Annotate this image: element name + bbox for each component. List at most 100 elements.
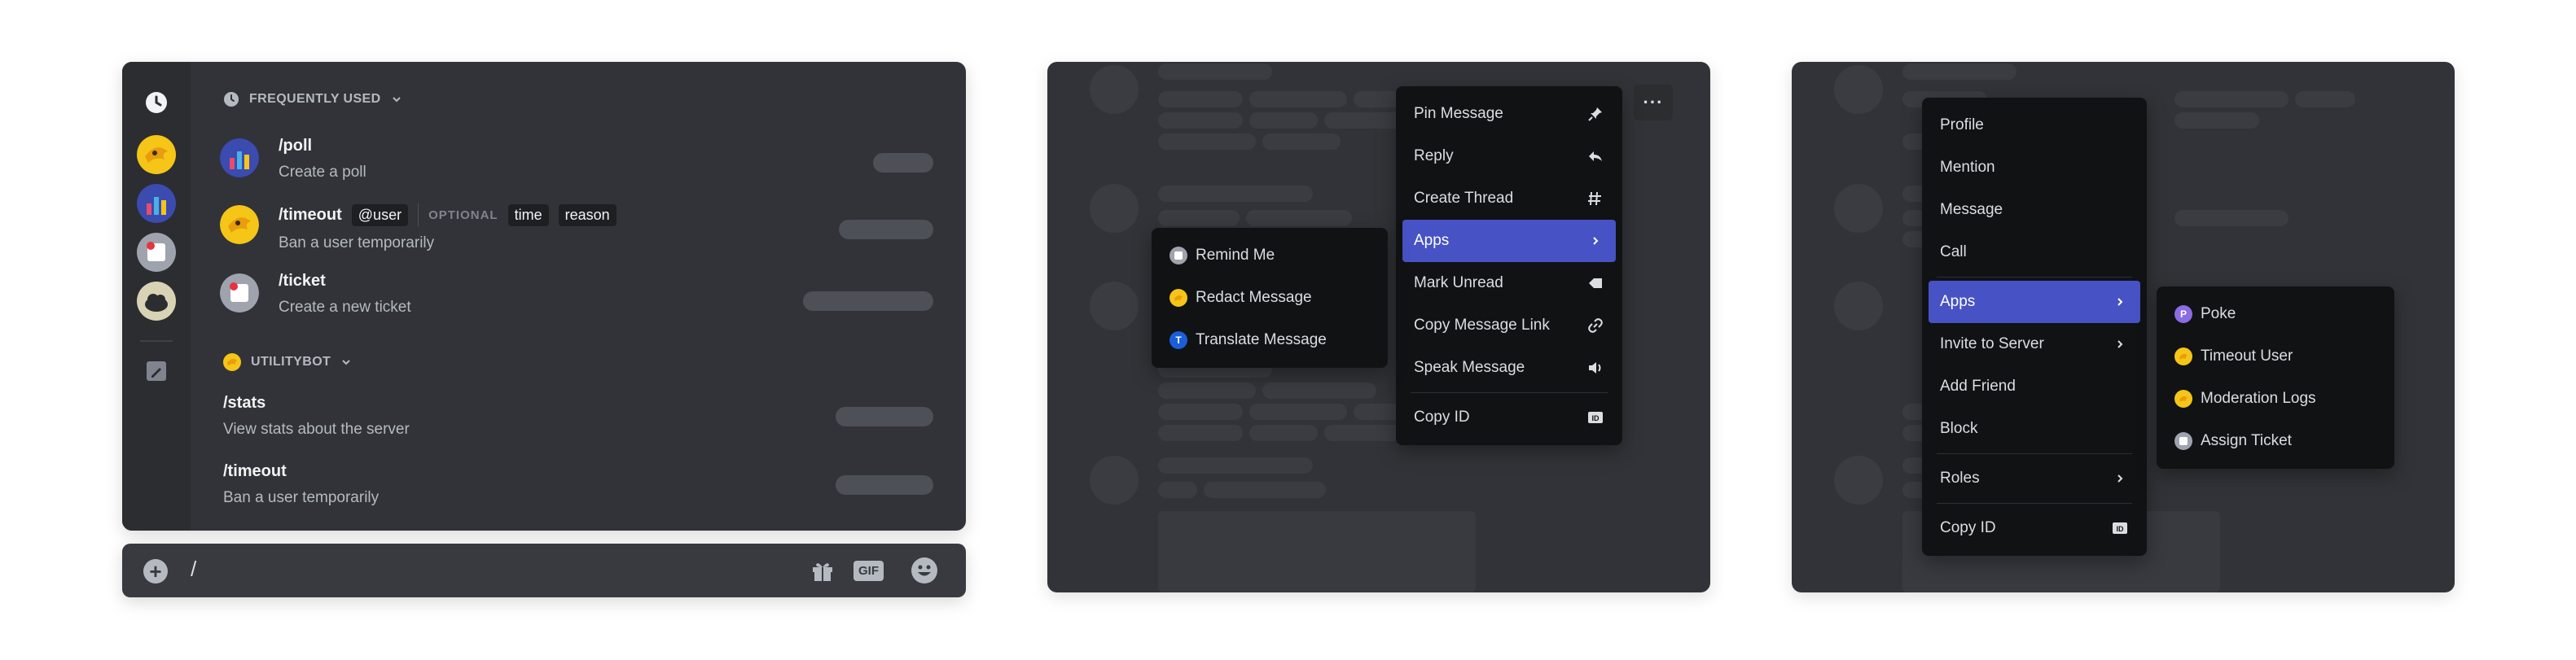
menu-item-speak-message[interactable]: Speak Message [1402,347,1616,389]
skeleton-pill [839,220,933,239]
clock-icon [224,92,239,107]
chevron-right-icon [2111,335,2129,353]
utilitybot-avatar [2174,347,2192,365]
recent-clock-icon[interactable] [137,83,176,122]
command-picker-panel: FREQUENTLY USED /poll Create a poll /tim… [122,62,966,531]
more-options-button[interactable]: ··· [1634,85,1673,120]
pin-icon [1586,105,1604,123]
skeleton-avatar [1090,456,1139,505]
link-icon [1586,317,1604,334]
command-row-timeout[interactable]: /timeout @user OPTIONAL time reason Ban … [220,200,933,259]
app-item-timeout-user[interactable]: Timeout User [2163,335,2388,378]
command-row-timeout-bot[interactable]: /timeout Ban a user temporarily [223,459,933,518]
section-title: UTILITYBOT [251,355,331,369]
command-name: /timeout [223,462,287,480]
speaker-icon [1586,359,1604,377]
pencil-icon[interactable] [137,352,176,391]
menu-item-apps[interactable]: Apps [1402,220,1616,262]
thread-icon [1586,190,1604,208]
option-reason: reason [558,203,617,226]
mark-unread-icon [1586,274,1604,292]
id-icon: ID [1586,409,1604,426]
chevron-right-icon [2111,470,2129,487]
menu-item-block[interactable]: Block [1929,408,2140,450]
skeleton-pill [873,153,933,173]
skeleton-pill [836,475,933,495]
menu-item-add-friend[interactable]: Add Friend [1929,365,2140,408]
skeleton-avatar [1090,282,1139,330]
emoji-icon[interactable] [911,557,938,584]
chevron-right-icon [2111,293,2129,311]
command-description: Ban a user temporarily [279,234,435,251]
section-title: FREQUENTLY USED [249,92,381,106]
command-description: Ban a user temporarily [223,489,380,506]
optional-label: OPTIONAL [428,208,498,222]
menu-item-profile[interactable]: Profile [1929,104,2140,146]
skeleton-avatar [1834,456,1883,505]
menu-item-create-thread[interactable]: Create Thread [1402,177,1616,220]
menu-item-copy-id[interactable]: Copy ID ID [1929,507,2140,549]
skeleton-pill [836,407,933,426]
poll-app-icon[interactable] [137,184,176,223]
ticket-app-icon[interactable] [137,233,176,272]
menu-divider [1937,453,2132,454]
menu-item-copy-message-link[interactable]: Copy Message Link [1402,304,1616,347]
utilitybot-avatar [220,205,259,244]
command-name: /ticket [279,272,326,290]
id-icon: ID [2111,519,2129,537]
remind-bot-avatar [1170,247,1187,264]
command-row-stats[interactable]: /stats View stats about the server [223,391,933,449]
cloud-app-icon[interactable] [137,282,176,321]
chevron-down-icon [392,97,401,103]
user-context-menu: Profile Mention Message Call Apps Invite… [1922,98,2147,556]
poll-avatar [220,138,259,177]
command-name: /poll [279,137,313,155]
app-item-remind-me[interactable]: Remind Me [1158,234,1381,277]
gif-icon[interactable]: GIF [854,557,884,584]
menu-item-reply[interactable]: Reply [1402,135,1616,177]
command-description: View stats about the server [223,421,410,438]
utilitybot-header[interactable]: UTILITYBOT [223,353,352,371]
command-name: /stats [223,394,266,412]
ticket-avatar [2174,432,2192,450]
utilitybot-app-icon[interactable] [137,135,176,174]
skeleton-avatar [1090,65,1139,114]
message-input-bar: + / GIF [122,544,966,597]
menu-item-message[interactable]: Message [1929,189,2140,231]
message-input[interactable]: / [191,557,196,582]
option-user: @user [351,203,409,226]
option-time: time [507,203,549,226]
app-item-redact-message[interactable]: Redact Message [1158,277,1381,319]
app-item-translate-message[interactable]: T Translate Message [1158,319,1381,361]
gift-icon[interactable] [810,557,836,584]
app-item-moderation-logs[interactable]: Moderation Logs [2163,378,2388,420]
chevron-down-icon [342,360,350,365]
plus-icon[interactable]: + [143,559,168,584]
menu-item-roles[interactable]: Roles [1929,457,2140,500]
app-rail [122,62,191,531]
user-context-panel: Profile Mention Message Call Apps Invite… [1792,62,2455,592]
menu-item-apps[interactable]: Apps [1929,281,2140,323]
poke-avatar: P [2174,305,2192,323]
svg-text:ID: ID [2117,525,2125,533]
menu-item-mark-unread[interactable]: Mark Unread [1402,262,1616,304]
skeleton-pill [803,291,933,311]
skeleton-avatar [1834,65,1883,114]
menu-item-invite-to-server[interactable]: Invite to Server [1929,323,2140,365]
skeleton-avatar [1834,184,1883,233]
menu-item-copy-id[interactable]: Copy ID ID [1402,396,1616,439]
menu-item-call[interactable]: Call [1929,231,2140,273]
app-item-assign-ticket[interactable]: Assign Ticket [2163,420,2388,462]
command-name: /timeout [279,205,342,224]
chevron-right-icon [1586,232,1604,250]
command-row-ticket[interactable]: /ticket Create a new ticket [220,269,933,327]
menu-item-pin-message[interactable]: Pin Message [1402,93,1616,135]
menu-item-mention[interactable]: Mention [1929,146,2140,189]
command-row-poll[interactable]: /poll Create a poll [220,133,933,192]
skeleton-avatar [1090,184,1139,233]
menu-divider [1937,503,2132,504]
frequently-used-header[interactable]: FREQUENTLY USED [223,91,402,107]
app-item-poke[interactable]: P Poke [2163,293,2388,335]
message-context-panel: ··· Pin Message Reply Create Thread Apps… [1047,62,1710,592]
command-list: FREQUENTLY USED /poll Create a poll /tim… [191,62,966,531]
